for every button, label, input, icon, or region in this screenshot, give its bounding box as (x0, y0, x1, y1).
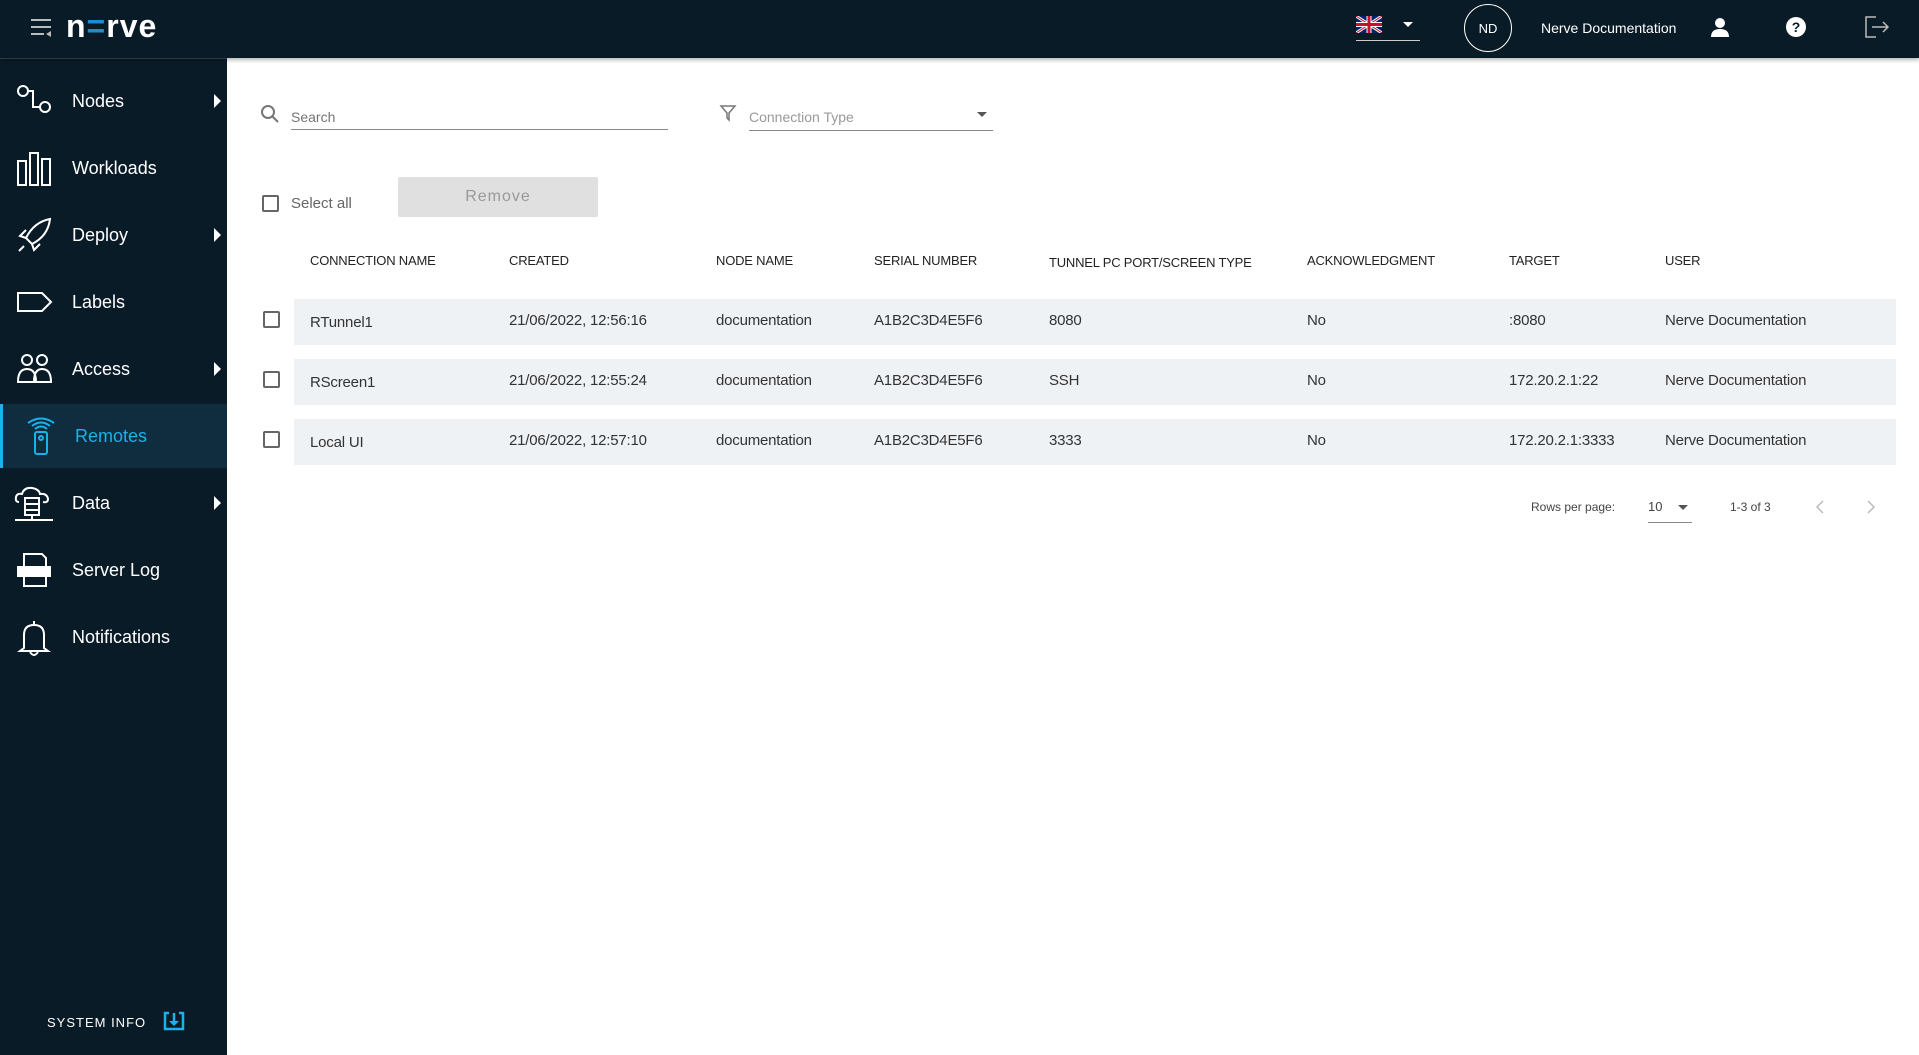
chevron-right-icon (214, 94, 221, 108)
cell-node-name: documentation (716, 432, 812, 449)
language-select-underline (1356, 40, 1420, 41)
cell-created: 21/06/2022, 12:55:24 (509, 372, 647, 389)
rows-per-page-value: 10 (1648, 499, 1663, 514)
column-header-target[interactable]: TARGET (1509, 253, 1560, 268)
column-header-node-name[interactable]: NODE NAME (716, 253, 793, 268)
cell-acknowledgment: No (1307, 432, 1326, 449)
connection-type-select[interactable]: Connection Type (749, 105, 993, 131)
sidebar-item-access[interactable]: Access (0, 337, 227, 401)
cell-serial-number: A1B2C3D4E5F6 (874, 372, 983, 389)
cell-connection-name: Local UI (310, 434, 364, 451)
sidebar-item-label: Remotes (75, 425, 148, 446)
nodes-icon (17, 85, 51, 113)
sidebar-item-notifications[interactable]: Notifications (0, 605, 227, 669)
previous-page-icon[interactable] (1813, 499, 1827, 515)
sidebar-item-server-log[interactable]: Server Log (0, 538, 227, 602)
sidebar-item-remotes[interactable]: Remotes (0, 404, 227, 468)
chevron-right-icon (214, 496, 221, 510)
cell-node-name: documentation (716, 372, 812, 389)
chevron-right-icon (214, 228, 221, 242)
column-header-created[interactable]: CREATED (509, 253, 569, 268)
filter-icon (719, 105, 737, 122)
chevron-down-icon (977, 112, 987, 117)
cell-target: 172.20.2.1:3333 (1509, 432, 1615, 449)
user-name: Nerve Documentation (1541, 20, 1677, 36)
cell-serial-number: A1B2C3D4E5F6 (874, 312, 983, 329)
sidebar-item-deploy[interactable]: Deploy (0, 203, 227, 267)
cell-acknowledgment: No (1307, 312, 1326, 329)
cell-created: 21/06/2022, 12:57:10 (509, 432, 647, 449)
sidebar-item-label: Deploy (72, 224, 129, 245)
sidebar-item-workloads[interactable]: Workloads (0, 136, 227, 200)
uk-flag-icon[interactable] (1356, 16, 1382, 33)
search-input[interactable] (291, 104, 668, 130)
cell-serial-number: A1B2C3D4E5F6 (874, 432, 983, 449)
sidebar-item-labels[interactable]: Labels (0, 270, 227, 334)
cell-created: 21/06/2022, 12:56:16 (509, 312, 647, 329)
cell-tunnel-port: SSH (1049, 372, 1080, 389)
cell-target: :8080 (1509, 312, 1546, 329)
cell-tunnel-port: 3333 (1049, 432, 1082, 449)
row-checkbox[interactable] (263, 311, 280, 328)
column-header-user[interactable]: USER (1665, 253, 1701, 268)
sidebar-item-label: Server Log (72, 559, 161, 580)
logout-icon[interactable] (1864, 15, 1890, 39)
pagination-range: 1-3 of 3 (1730, 500, 1771, 514)
sidebar: Nodes Workloads Deploy Labels Access Rem… (0, 58, 227, 1055)
connection-type-placeholder: Connection Type (749, 109, 854, 125)
log-icon (17, 553, 51, 587)
label-icon (17, 292, 53, 312)
column-header-tunnel-port[interactable]: TUNNEL PC PORT/SCREEN TYPE (1049, 255, 1252, 270)
system-info-label[interactable]: SYSTEM INFO (47, 1015, 146, 1030)
bell-icon (17, 621, 51, 656)
cell-connection-name: RScreen1 (310, 374, 376, 391)
cell-user: Nerve Documentation (1665, 372, 1807, 389)
select-all-label: Select all (291, 195, 352, 212)
remote-icon (27, 417, 55, 455)
sidebar-item-label: Nodes (72, 90, 125, 111)
language-dropdown-caret-icon[interactable] (1403, 22, 1413, 27)
cell-connection-name: RTunnel1 (310, 314, 373, 331)
menu-collapse-icon[interactable] (30, 18, 52, 38)
column-header-acknowledgment[interactable]: ACKNOWLEDGMENT (1307, 253, 1435, 268)
select-all-checkbox[interactable] (262, 195, 279, 212)
chevron-right-icon (214, 362, 221, 376)
rows-per-page-label: Rows per page: (1531, 500, 1616, 514)
sidebar-item-label: Access (72, 358, 131, 379)
sidebar-item-label: Notifications (72, 626, 171, 647)
cloud-database-icon (14, 486, 53, 521)
next-page-icon[interactable] (1864, 499, 1878, 515)
cell-target: 172.20.2.1:22 (1509, 372, 1599, 389)
download-icon[interactable] (163, 1011, 185, 1031)
sidebar-item-label: Data (72, 492, 111, 513)
column-header-connection-name[interactable]: CONNECTION NAME (310, 253, 436, 268)
remove-button[interactable]: Remove (398, 177, 598, 217)
cell-node-name: documentation (716, 312, 812, 329)
top-bar: n=rve ND Nerve Documentation ? (0, 0, 1919, 58)
column-header-serial-number[interactable]: SERIAL NUMBER (874, 253, 977, 268)
sidebar-item-data[interactable]: Data (0, 471, 227, 535)
cell-user: Nerve Documentation (1665, 432, 1807, 449)
chevron-down-icon (1678, 505, 1688, 510)
cell-acknowledgment: No (1307, 372, 1326, 389)
rocket-icon (18, 217, 52, 252)
cell-tunnel-port: 8080 (1049, 312, 1082, 329)
row-checkbox[interactable] (263, 431, 280, 448)
avatar[interactable]: ND (1464, 4, 1512, 52)
cell-user: Nerve Documentation (1665, 312, 1807, 329)
search-icon (261, 105, 279, 123)
rows-per-page-select[interactable]: 10 (1648, 496, 1692, 523)
help-icon[interactable]: ? (1786, 17, 1806, 37)
sidebar-item-label: Workloads (72, 157, 157, 178)
users-icon (16, 354, 53, 383)
nerve-logo[interactable]: n=rve (66, 8, 157, 45)
workloads-icon (17, 152, 51, 186)
profile-icon[interactable] (1710, 17, 1730, 37)
sidebar-item-label: Labels (72, 291, 126, 312)
sidebar-item-nodes[interactable]: Nodes (0, 69, 227, 133)
row-checkbox[interactable] (263, 371, 280, 388)
